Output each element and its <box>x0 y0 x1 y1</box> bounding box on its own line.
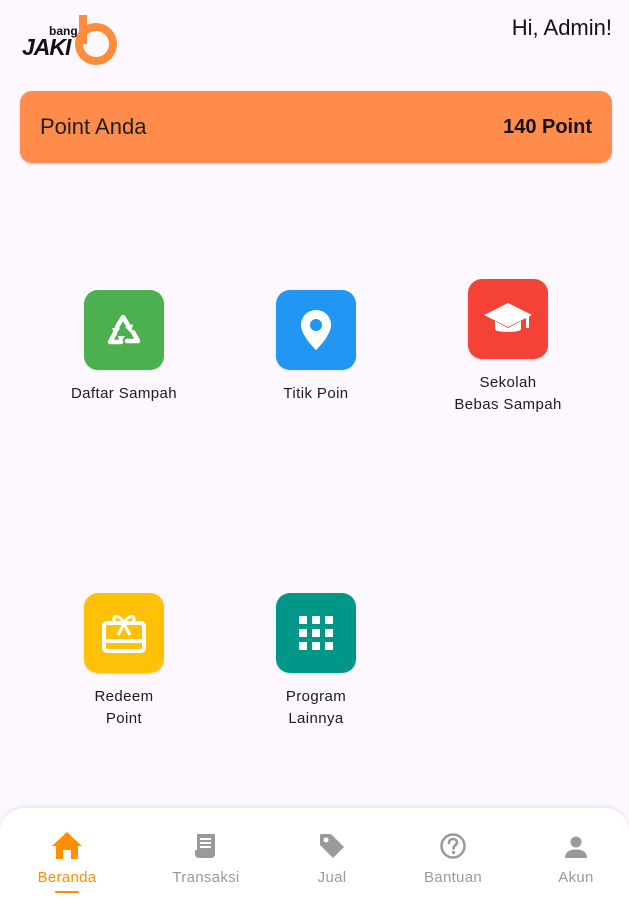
nav-item-transaksi[interactable]: Transaksi <box>151 808 261 907</box>
nav-item-jual[interactable]: Jual <box>277 808 387 907</box>
menu-titik-poin[interactable]: Titik Poin <box>226 290 406 405</box>
grid-apps-icon <box>276 593 356 673</box>
greeting: Hi, Admin! <box>511 15 612 40</box>
tag-icon <box>318 828 346 860</box>
location-pin-icon <box>276 290 356 370</box>
nav-label: Beranda <box>37 869 97 886</box>
menu-daftar-sampah[interactable]: Daftar Sampah <box>34 290 214 405</box>
menu-sekolah-bebas-sampah[interactable]: Sekolah Bebas Sampah <box>418 279 598 415</box>
points-card[interactable]: Point Anda 140 Point <box>20 91 612 163</box>
bangjaki-logo: bang JAKI <box>22 14 118 68</box>
menu-label: Program Lainnya <box>285 688 347 727</box>
person-icon <box>563 828 589 860</box>
points-value: 140 Point <box>503 115 592 138</box>
bottom-navigation: Beranda Transaksi Jual Bantuan Akun <box>0 808 629 907</box>
active-tab-indicator <box>55 891 79 893</box>
nav-item-bantuan[interactable]: Bantuan <box>398 808 508 907</box>
home-icon <box>51 828 83 860</box>
menu-label: Titik Poin <box>283 385 349 402</box>
nav-label: Jual <box>317 869 347 886</box>
logo-main-text: JAKI <box>22 34 72 60</box>
nav-label: Transaksi <box>172 869 240 886</box>
gift-card-icon <box>84 593 164 673</box>
menu-redeem-point[interactable]: Redeem Point <box>34 593 214 729</box>
graduation-cap-icon <box>468 279 548 359</box>
menu-label: Daftar Sampah <box>70 385 178 402</box>
nav-label: Akun <box>558 869 594 886</box>
nav-label: Bantuan <box>424 869 482 886</box>
menu-label: Sekolah Bebas Sampah <box>454 374 562 413</box>
recycle-icon <box>84 290 164 370</box>
menu-label: Redeem Point <box>94 688 154 727</box>
nav-item-akun[interactable]: Akun <box>521 808 629 907</box>
points-label: Point Anda <box>40 114 147 139</box>
receipt-icon <box>193 828 219 860</box>
help-circle-icon <box>439 828 467 860</box>
menu-program-lainnya[interactable]: Program Lainnya <box>226 593 406 729</box>
nav-item-beranda[interactable]: Beranda <box>12 808 122 907</box>
